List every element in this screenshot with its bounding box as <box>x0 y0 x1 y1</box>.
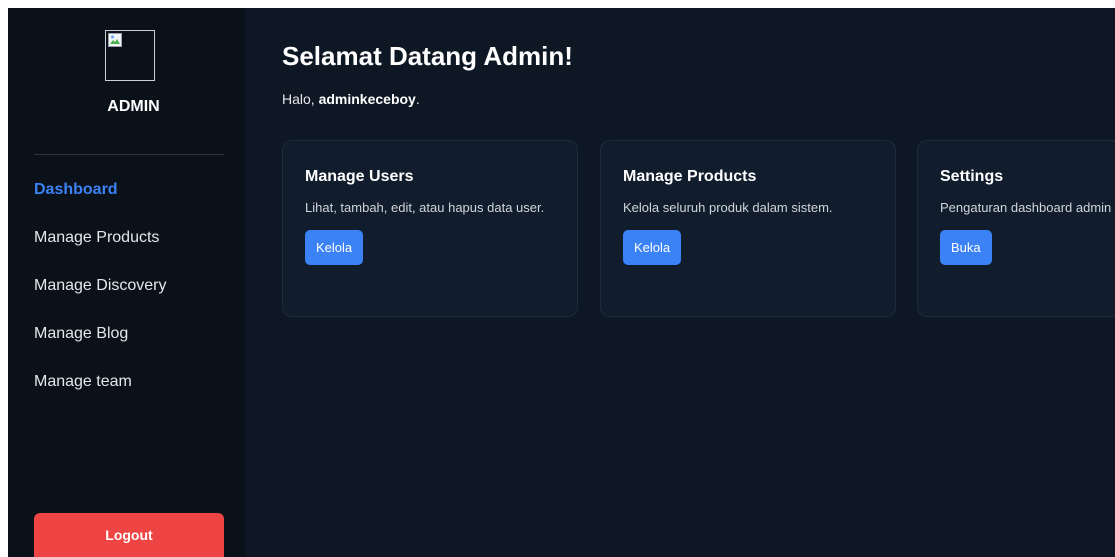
greeting-text: Halo, adminkeceboy. <box>282 91 420 107</box>
sidebar-divider <box>34 154 224 155</box>
sidebar-item-dashboard[interactable]: Dashboard <box>34 178 167 226</box>
sidebar-title: ADMIN <box>107 98 160 115</box>
sidebar-item-manage-products[interactable]: Manage Products <box>34 226 167 274</box>
greeting-prefix: Halo, <box>282 91 319 107</box>
logout-button[interactable]: Logout <box>34 513 224 557</box>
sidebar-item-manage-discovery[interactable]: Manage Discovery <box>34 274 167 322</box>
settings-button[interactable]: Buka <box>940 230 992 265</box>
sidebar-nav: Dashboard Manage Products Manage Discove… <box>34 178 167 418</box>
card-title: Manage Products <box>623 168 757 185</box>
username: adminkeceboy <box>318 91 416 107</box>
manage-products-button[interactable]: Kelola <box>623 230 682 265</box>
card-manage-products: Manage Products Kelola seluruh produk da… <box>600 140 896 317</box>
sidebar: ADMIN Dashboard Manage Products Manage D… <box>8 8 245 557</box>
card-description: Pengaturan dashboard admin <box>940 200 1112 215</box>
card-description: Lihat, tambah, edit, atau hapus data use… <box>305 200 545 215</box>
sidebar-item-manage-team[interactable]: Manage team <box>34 370 167 418</box>
card-settings: Settings Pengaturan dashboard admin Buka <box>917 140 1115 317</box>
card-manage-users: Manage Users Lihat, tambah, edit, atau h… <box>282 140 578 317</box>
sidebar-item-manage-blog[interactable]: Manage Blog <box>34 322 167 370</box>
app-window: ADMIN Dashboard Manage Products Manage D… <box>8 8 1115 557</box>
admin-logo <box>105 30 155 81</box>
card-title: Manage Users <box>305 168 414 185</box>
greeting-suffix: . <box>415 91 420 107</box>
page-title: Selamat Datang Admin! <box>282 41 573 71</box>
card-description: Kelola seluruh produk dalam sistem. <box>623 200 833 215</box>
broken-image-icon <box>108 33 122 47</box>
manage-users-button[interactable]: Kelola <box>305 230 364 265</box>
main-content: Selamat Datang Admin! Halo, adminkeceboy… <box>245 8 1115 557</box>
card-title: Settings <box>940 168 1004 185</box>
